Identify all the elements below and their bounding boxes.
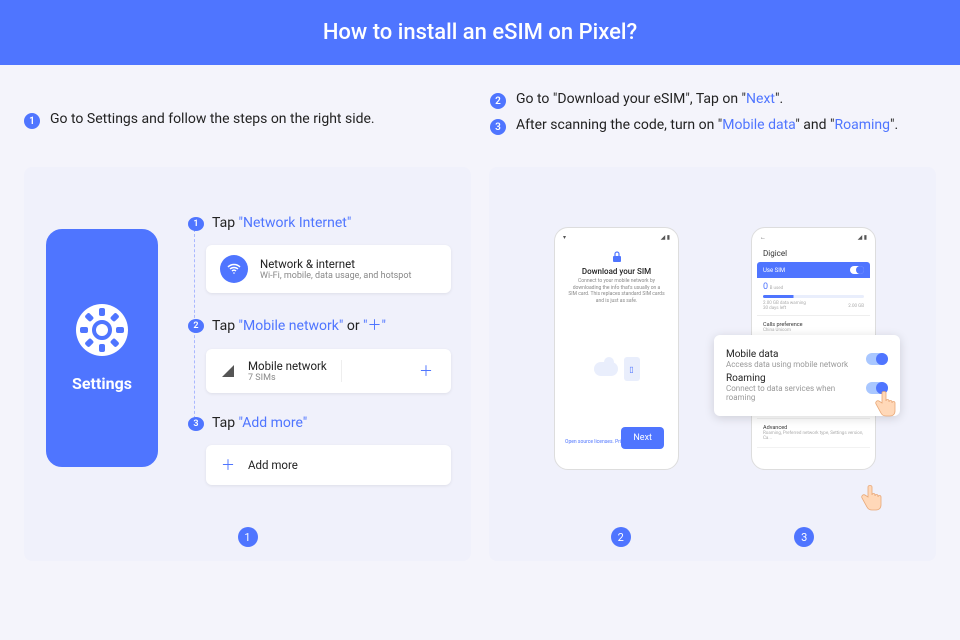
next-link: Next — [746, 91, 775, 107]
substep-number: 1 — [188, 217, 204, 231]
intro-step-2: 2 Go to "Download your eSIM", Tap on "Ne… — [490, 91, 936, 109]
roaming-label: Roaming — [726, 373, 866, 384]
step-text: After scanning the code, turn on "Mobile… — [516, 117, 898, 133]
intro-step-3: 3 After scanning the code, turn on "Mobi… — [490, 117, 936, 135]
settings-label: Settings — [72, 374, 132, 393]
download-sim-subtitle: Connect to your mobile network by downlo… — [560, 276, 673, 306]
step-number-badge: 3 — [490, 119, 506, 135]
pointer-hand-icon — [854, 481, 886, 513]
use-sim-banner: Use SIM — [757, 262, 870, 278]
roaming-row: Roaming Connect to data services when ro… — [726, 373, 888, 402]
use-sim-toggle[interactable] — [850, 266, 864, 274]
substep-1: 1 Tap "Network Internet" Network & inter… — [188, 215, 451, 293]
page-title: How to install an eSIM on Pixel? — [323, 20, 637, 45]
mobile-data-sub: Access data using mobile network — [726, 360, 848, 369]
panel-step-1: Settings 1 Tap "Network Internet" Networ… — [24, 167, 471, 561]
substep-number: 3 — [188, 417, 204, 431]
download-sim-phone-mock: ▾◢ ▮ Download your SIM Connect to your m… — [554, 227, 679, 470]
mobile-network-card[interactable]: Mobile network 7 SIMs ＋ — [206, 349, 451, 393]
sim-illustration: ▯ — [560, 334, 673, 404]
panel-badge-2: 2 — [611, 527, 631, 547]
card-subtitle: Wi-Fi, mobile, data usage, and hotspot — [260, 271, 411, 281]
add-more-card[interactable]: ＋ Add more — [206, 445, 451, 485]
step-text: Go to "Download your eSIM", Tap on "Next… — [516, 91, 783, 107]
step-number-badge: 2 — [490, 93, 506, 109]
sim-chip-icon: ▯ — [624, 357, 640, 381]
network-internet-card[interactable]: Network & internet Wi-Fi, mobile, data u… — [206, 245, 451, 293]
mobile-data-row: Mobile data Access data using mobile net… — [726, 349, 888, 369]
mobile-data-label: Mobile data — [726, 349, 848, 360]
panel-badge-3: 3 — [794, 527, 814, 547]
cloud-icon — [594, 362, 618, 376]
step-number-badge: 1 — [24, 113, 40, 129]
divider — [341, 360, 342, 382]
signal-icon — [220, 363, 236, 379]
panel-step-2-3: ▾◢ ▮ Download your SIM Connect to your m… — [489, 167, 936, 561]
carrier-name: Digicel — [757, 245, 870, 262]
data-usage: 0 B used 2.00 GB data warning 30 days le… — [757, 278, 870, 316]
intro-step-1: 1 Go to Settings and follow the steps on… — [24, 111, 470, 129]
card-subtitle: 7 SIMs — [248, 373, 327, 383]
roaming-sub: Connect to data services when roaming — [726, 384, 866, 402]
plus-icon: ＋ — [220, 455, 236, 475]
plus-link: "＋" — [363, 318, 386, 334]
usage-bar — [763, 295, 864, 298]
mobile-network-link: "Mobile network" — [239, 318, 344, 334]
substep-2: 2 Tap "Mobile network" or "＋" Mobile net… — [188, 315, 451, 393]
plus-icon[interactable]: ＋ — [415, 361, 437, 381]
wifi-icon — [220, 255, 248, 283]
lock-icon — [560, 251, 673, 263]
substep-number: 2 — [188, 319, 204, 333]
statusbar: ▾◢ ▮ — [560, 234, 673, 245]
card-title: Network & internet — [260, 257, 411, 271]
roaming-link: Roaming — [834, 117, 890, 133]
network-internet-link: "Network Internet" — [239, 215, 352, 231]
add-more-link: "Add more" — [239, 415, 308, 431]
advanced-row[interactable]: Advanced Roaming, Preferred network type… — [757, 419, 870, 448]
page-header: How to install an eSIM on Pixel? — [0, 0, 960, 65]
settings-phone-mock: Settings — [46, 229, 158, 467]
panel-badge-1: 1 — [238, 527, 258, 547]
card-title: Mobile network — [248, 359, 327, 373]
statusbar: ←◢ ▮ — [757, 234, 870, 245]
next-button[interactable]: Next — [621, 427, 664, 449]
download-sim-title: Download your SIM — [560, 267, 673, 276]
gear-icon — [76, 304, 128, 356]
substep-3: 3 Tap "Add more" ＋ Add more — [188, 415, 451, 485]
mobile-data-toggle[interactable] — [866, 353, 888, 365]
step-text: Go to Settings and follow the steps on t… — [50, 111, 375, 127]
mobile-data-link: Mobile data — [722, 117, 795, 133]
card-title: Add more — [248, 458, 298, 472]
pointer-hand-icon — [868, 387, 900, 419]
intro-row: 1 Go to Settings and follow the steps on… — [24, 83, 936, 143]
